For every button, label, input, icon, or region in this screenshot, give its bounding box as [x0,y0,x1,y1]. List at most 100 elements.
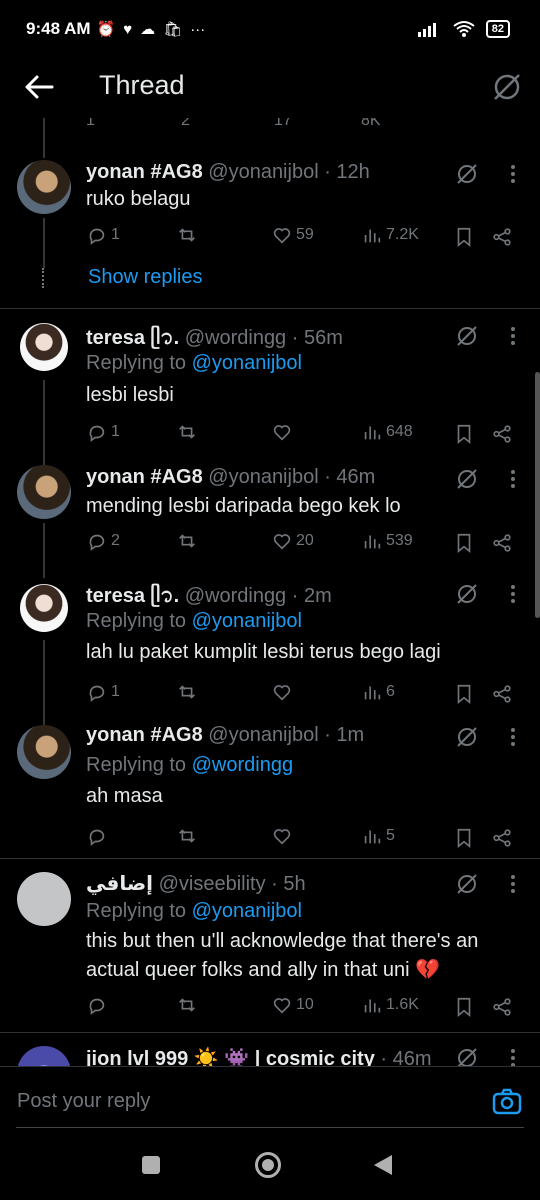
reply-button[interactable] [86,994,111,1016]
like-button[interactable]: 59 [271,224,314,246]
bookmark-icon[interactable] [453,532,475,554]
grok-icon[interactable] [455,582,479,606]
tweet-header: jion lvl 999 ☀️ 👾 | cosmic city · 46m [86,1046,432,1066]
grok-icon[interactable] [455,467,479,491]
views-button[interactable]: 1.6K [361,994,419,1016]
mention-link[interactable]: @yonanijbol [192,900,302,922]
more-options-icon[interactable] [506,162,520,186]
display-name[interactable]: jion lvl 999 ☀️ 👾 | cosmic city [86,1048,375,1066]
share-icon[interactable] [491,683,513,705]
like-button[interactable]: 10 [271,994,314,1016]
mention-link[interactable]: @wordingg [192,754,293,776]
home-button[interactable] [255,1152,281,1178]
bookmark-icon[interactable] [453,827,475,849]
reply-button[interactable] [86,825,111,847]
reply-count[interactable]: 1 [86,118,95,130]
grok-icon[interactable] [455,872,479,896]
bookmark-icon[interactable] [453,683,475,705]
shopping-bag-icon: 🛍 [163,21,183,38]
like-button[interactable] [271,681,296,703]
display-name[interactable]: إضافي [86,873,153,895]
grok-icon[interactable] [455,324,479,348]
scrollbar[interactable] [535,372,540,618]
like-button[interactable]: 20 [271,530,314,552]
user-handle[interactable]: @yonanijbol [208,466,318,488]
share-icon[interactable] [491,996,513,1018]
more-options-icon[interactable] [506,1046,520,1066]
recents-button[interactable] [142,1156,160,1174]
grok-icon[interactable] [490,70,524,104]
avatar[interactable] [20,584,68,632]
views-button[interactable]: 6 [361,681,395,703]
tweet[interactable]: teresa ᥫ᭡. @wordingg · 2m Replying to @y… [0,578,540,728]
views-button[interactable]: 7.2K [361,224,419,246]
grok-icon[interactable] [455,725,479,749]
like-count[interactable]: 17 [274,118,292,130]
more-options-icon[interactable] [506,872,520,896]
repost-button[interactable] [176,421,201,443]
display-name[interactable]: yonan #AG8 [86,466,203,488]
like-button[interactable] [271,421,296,443]
more-options-icon[interactable] [506,725,520,749]
reply-button[interactable]: 1 [86,224,120,246]
grok-icon[interactable] [455,162,479,186]
more-options-icon[interactable] [506,582,520,606]
tweet-text: lesbi lesbi [86,384,174,406]
user-handle[interactable]: @viseebility [159,873,266,895]
share-icon[interactable] [491,827,513,849]
reply-button[interactable]: 2 [86,530,120,552]
mention-link[interactable]: @yonanijbol [192,610,302,632]
grok-icon[interactable] [455,1046,479,1066]
bookmark-icon[interactable] [453,423,475,445]
reply-button[interactable]: 1 [86,681,120,703]
more-options-icon[interactable] [506,467,520,491]
views-button[interactable]: 648 [361,421,413,443]
tweet[interactable]: teresa ᥫ᭡. @wordingg · 56m Replying to @… [0,320,540,475]
reply-input[interactable]: Post your reply [17,1090,150,1113]
share-icon[interactable] [491,226,513,248]
avatar[interactable] [17,160,71,214]
display-name[interactable]: teresa ᥫ᭡. [86,585,179,607]
user-handle[interactable]: @yonanijbol [208,161,318,183]
like-button[interactable] [271,825,296,847]
display-name[interactable]: yonan #AG8 [86,724,203,746]
display-name[interactable]: yonan #AG8 [86,161,203,183]
back-button[interactable] [374,1155,392,1175]
tweet[interactable]: yonan #AG8 @yonanijbol · 1m Replying to … [0,723,540,858]
user-handle[interactable]: @wordingg [185,585,286,607]
avatar[interactable] [20,323,68,371]
tweet[interactable]: jion lvl 999 ☀️ 👾 | cosmic city · 46m [0,1043,540,1066]
views-button[interactable]: 539 [361,530,413,552]
show-replies-link[interactable]: Show replies [88,266,203,289]
reply-icon [89,829,105,846]
view-count[interactable]: 8K [361,118,381,130]
mention-link[interactable]: @yonanijbol [192,352,302,374]
repost-button[interactable] [176,994,201,1016]
avatar[interactable] [17,872,71,926]
views-button[interactable]: 5 [361,825,395,847]
heart-icon [273,228,291,244]
repost-button[interactable] [176,224,201,246]
share-icon[interactable] [491,423,513,445]
bookmark-icon[interactable] [453,226,475,248]
back-arrow-icon[interactable] [22,72,56,102]
avatar[interactable] [17,725,71,779]
avatar[interactable] [17,1046,71,1066]
thread-list[interactable]: 1 2 17 8K yonan #AG8 @yonanijbol · 12h r… [0,118,540,1066]
more-options-icon[interactable] [506,324,520,348]
repost-button[interactable] [176,681,201,703]
avatar[interactable] [17,465,71,519]
tweet[interactable]: إضافي @viseebility · 5h Replying to @yon… [0,870,540,1030]
display-name[interactable]: teresa ᥫ᭡. [86,327,179,349]
tweet[interactable]: yonan #AG8 @yonanijbol · 12h ruko belagu… [0,158,540,308]
repost-button[interactable] [176,825,201,847]
camera-icon[interactable] [492,1087,522,1115]
tweet[interactable]: yonan #AG8 @yonanijbol · 46m mending les… [0,463,540,578]
repost-count[interactable]: 2 [181,118,190,130]
reply-button[interactable]: 1 [86,421,120,443]
share-icon[interactable] [491,532,513,554]
user-handle[interactable]: @yonanijbol [208,724,318,746]
bookmark-icon[interactable] [453,996,475,1018]
repost-button[interactable] [176,530,201,552]
user-handle[interactable]: @wordingg [185,327,286,349]
